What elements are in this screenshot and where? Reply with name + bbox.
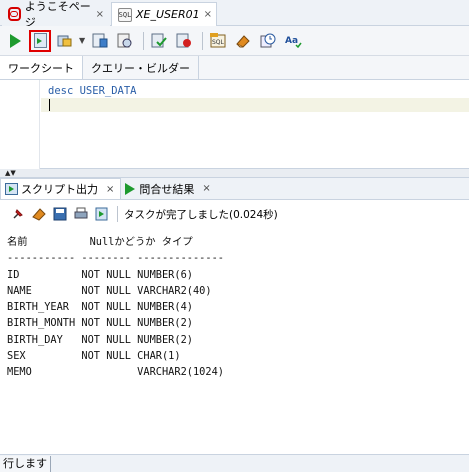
run-icon <box>9 33 21 48</box>
tab-label: XE_USER01 <box>136 8 200 21</box>
sql-history-button[interactable]: SQL <box>207 30 229 52</box>
close-icon[interactable]: × <box>202 183 210 194</box>
print-icon <box>74 207 87 219</box>
output-line: SEX NOT NULL CHAR(1) <box>7 350 181 363</box>
oracle-icon <box>8 7 21 21</box>
document-tab-bar: ようこそページ × SQL XE_USER01 × <box>0 0 469 29</box>
rollback-button[interactable] <box>173 30 195 52</box>
sql-editor[interactable]: desc USER_DATA <box>0 80 469 169</box>
sql-tuning-icon <box>117 33 132 48</box>
toolbar-separator <box>202 31 204 50</box>
status-text: 行します <box>0 456 51 472</box>
close-icon[interactable]: × <box>92 9 104 20</box>
commit-icon <box>151 33 167 48</box>
tab-script-output[interactable]: スクリプト出力 × <box>0 178 122 199</box>
close-icon[interactable]: × <box>200 9 212 20</box>
rollback-icon <box>176 33 192 48</box>
clock-icon <box>260 33 276 48</box>
svg-text:Aa: Aa <box>285 36 298 46</box>
worksheet-subtabs: ワークシート クエリー・ビルダー <box>0 56 469 80</box>
tab-query-builder[interactable]: クエリー・ビルダー <box>83 56 199 79</box>
current-line-highlight <box>41 98 469 112</box>
tab-welcome-page[interactable]: ようこそページ × <box>2 0 110 29</box>
splitter-arrows-icon[interactable]: ▲▼ <box>5 169 16 178</box>
task-status-message: タスクが完了しました(0.024秒) <box>124 208 278 221</box>
output-line: 名前 Nullかどうか タイプ <box>7 236 193 248</box>
run-statement-button[interactable] <box>4 30 26 52</box>
toolbar-separator <box>143 31 145 50</box>
eraser-icon <box>31 208 46 221</box>
explain-plan-button[interactable] <box>89 30 111 52</box>
output-toolbar: タスクが完了しました(0.024秒) <box>0 200 469 228</box>
autotrace-button[interactable] <box>54 30 76 52</box>
output-tab-bar: スクリプト出力 × 問合せ結果 × <box>0 178 469 200</box>
save-icon <box>53 207 66 221</box>
tab-xe-user01[interactable]: SQL XE_USER01 × <box>111 2 217 26</box>
output-line: BIRTH_YEAR NOT NULL NUMBER(4) <box>7 301 193 314</box>
output-line: ----------- -------- -------------- <box>7 252 224 265</box>
query-result-icon <box>125 182 136 195</box>
explain-plan-icon <box>92 33 108 48</box>
tab-label: スクリプト出力 <box>21 183 98 196</box>
output-line: BIRTH_MONTH NOT NULL NUMBER(2) <box>7 317 193 330</box>
sql-worksheet-icon: SQL <box>118 7 132 22</box>
format-case-button[interactable]: Aa <box>282 30 304 52</box>
worksheet-toolbar: ▼ SQL Aa <box>0 26 469 56</box>
tab-label: 問合せ結果 <box>139 182 195 196</box>
run-script-icon <box>95 207 107 221</box>
clear-output-button[interactable] <box>29 204 48 224</box>
commit-button[interactable] <box>148 30 170 52</box>
pin-button[interactable] <box>8 204 27 224</box>
output-line: MEMO VARCHAR2(1024) <box>7 366 224 379</box>
script-output-text: 名前 Nullかどうか タイプ ----------- -------- ----… <box>0 228 469 454</box>
text-caret <box>49 99 50 111</box>
run-script-button[interactable] <box>29 29 51 52</box>
autotrace-icon <box>57 35 72 46</box>
panel-splitter[interactable]: ▲▼ <box>0 169 469 178</box>
pin-icon <box>12 209 23 219</box>
history-button[interactable] <box>257 30 279 52</box>
tab-worksheet[interactable]: ワークシート <box>0 56 83 79</box>
text-case-icon: Aa <box>285 36 302 48</box>
clear-button[interactable] <box>232 30 254 52</box>
line-gutter <box>0 80 40 169</box>
output-line: BIRTH_DAY NOT NULL NUMBER(2) <box>7 333 193 346</box>
script-output-icon <box>5 183 18 195</box>
close-icon[interactable]: × <box>106 184 114 195</box>
status-bar: 行します <box>0 454 469 472</box>
code-line: desc USER_DATA <box>48 85 137 97</box>
output-line: NAME NOT NULL VARCHAR2(40) <box>7 284 212 297</box>
print-button[interactable] <box>71 204 90 224</box>
eraser-icon <box>236 35 250 48</box>
chevron-down-icon[interactable]: ▼ <box>79 36 85 45</box>
toolbar-separator <box>117 206 118 222</box>
tab-query-result[interactable]: 問合せ結果 × <box>121 178 216 199</box>
output-line: ID NOT NULL NUMBER(6) <box>7 268 193 281</box>
sql-tuning-button[interactable] <box>114 30 136 52</box>
sql-history-icon: SQL <box>210 33 226 48</box>
run-script-output-button[interactable] <box>92 204 111 224</box>
svg-text:SQL: SQL <box>212 39 225 46</box>
save-button[interactable] <box>50 204 69 224</box>
run-script-icon <box>33 33 47 48</box>
